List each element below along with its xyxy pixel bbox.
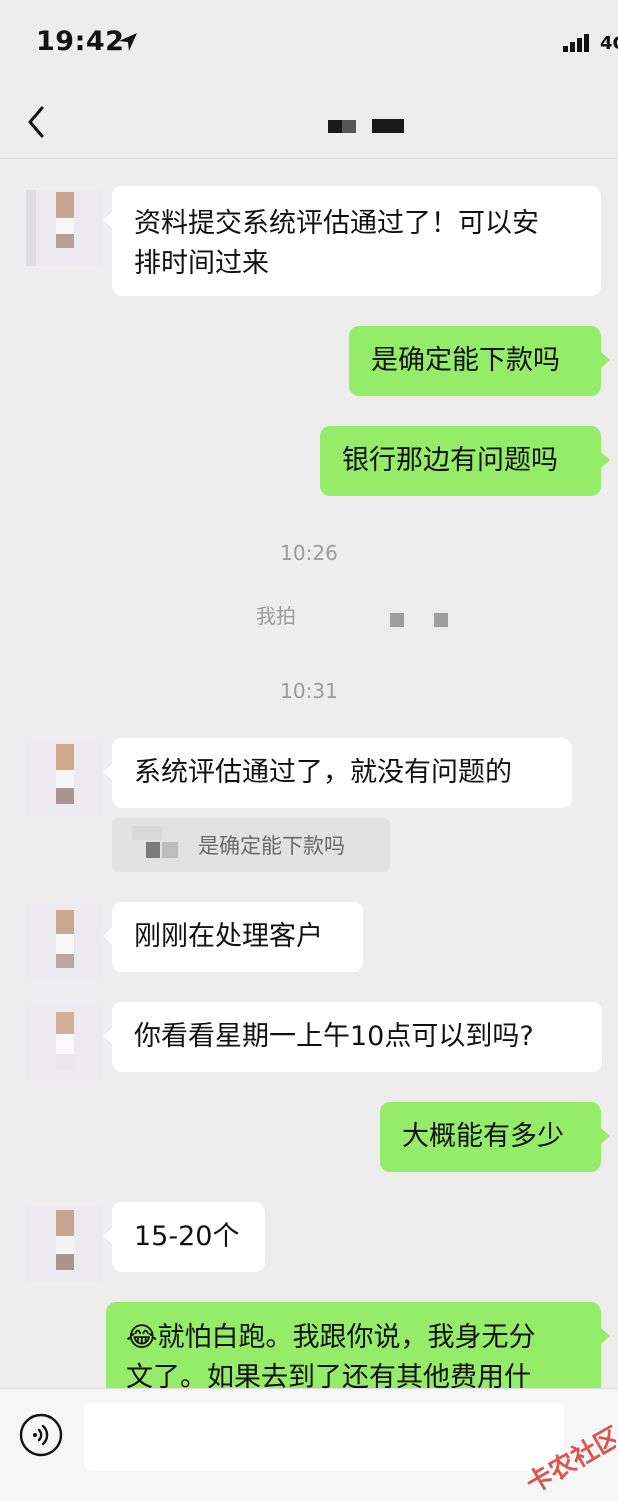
avatar[interactable] bbox=[26, 190, 102, 266]
network-type: 4G bbox=[600, 33, 618, 54]
avatar[interactable] bbox=[26, 904, 102, 980]
message-timestamp: 10:26 bbox=[280, 541, 338, 565]
message-text: 银行那边有问题吗 bbox=[342, 445, 558, 476]
svg-text:卡农社区: 卡农社区 bbox=[521, 1421, 616, 1499]
signal-icon bbox=[563, 34, 589, 52]
system-notice-pixelated bbox=[434, 613, 448, 627]
message-text: 排时间过来 bbox=[134, 248, 269, 279]
message-bubble-incoming[interactable]: 15-20个 bbox=[103, 1202, 265, 1272]
status-time: 19:42 bbox=[36, 26, 125, 57]
voice-input-icon[interactable] bbox=[19, 1413, 63, 1457]
message-text: 刚刚在处理客户 bbox=[134, 921, 323, 952]
kanong-community-watermark: 卡农社区 bbox=[520, 1420, 616, 1500]
quote-avatar-thumbnail bbox=[124, 824, 186, 866]
message-bubble-incoming[interactable]: 你看看星期一上午10点可以到吗? bbox=[103, 1002, 602, 1072]
avatar[interactable] bbox=[26, 1004, 102, 1080]
message-bubble-incoming[interactable]: 系统评估通过了，就没有问题的 bbox=[103, 738, 572, 808]
message-text-input[interactable] bbox=[84, 1403, 564, 1471]
message-text: 系统评估通过了，就没有问题的 bbox=[134, 757, 512, 788]
system-notice-pixelated bbox=[390, 613, 404, 627]
avatar[interactable] bbox=[26, 740, 102, 816]
message-bubble-incoming[interactable]: 刚刚在处理客户 bbox=[103, 902, 363, 972]
location-arrow-icon bbox=[119, 33, 137, 51]
message-text: 😂就怕白跑。我跟你说，我身无分 bbox=[126, 1322, 536, 1353]
message-text: 资料提交系统评估通过了！可以安 bbox=[134, 208, 539, 239]
system-notice: 我拍 bbox=[256, 604, 296, 628]
message-text: 你看看星期一上午10点可以到吗? bbox=[134, 1021, 534, 1052]
back-chevron-icon[interactable] bbox=[22, 104, 52, 140]
status-bar: 19:42 4G bbox=[0, 0, 618, 88]
message-text: 大概能有多少 bbox=[402, 1121, 564, 1152]
message-bubble-outgoing[interactable]: 银行那边有问题吗 bbox=[320, 426, 610, 496]
contact-name-pixelated bbox=[326, 116, 406, 136]
message-text: 是确定能下款吗 bbox=[371, 345, 560, 376]
message-bubble-outgoing[interactable]: 大概能有多少 bbox=[380, 1102, 610, 1172]
avatar[interactable] bbox=[26, 1206, 102, 1282]
chat-header bbox=[0, 88, 618, 159]
message-timestamp: 10:31 bbox=[280, 679, 338, 703]
message-bubble-outgoing[interactable]: 是确定能下款吗 bbox=[349, 326, 610, 396]
quote-text: 是确定能下款吗 bbox=[198, 834, 345, 858]
message-text: 15-20个 bbox=[134, 1221, 240, 1252]
message-bubble-incoming[interactable]: 资料提交系统评估通过了！可以安 排时间过来 bbox=[103, 186, 601, 296]
quoted-message[interactable]: 是确定能下款吗 bbox=[112, 818, 390, 872]
